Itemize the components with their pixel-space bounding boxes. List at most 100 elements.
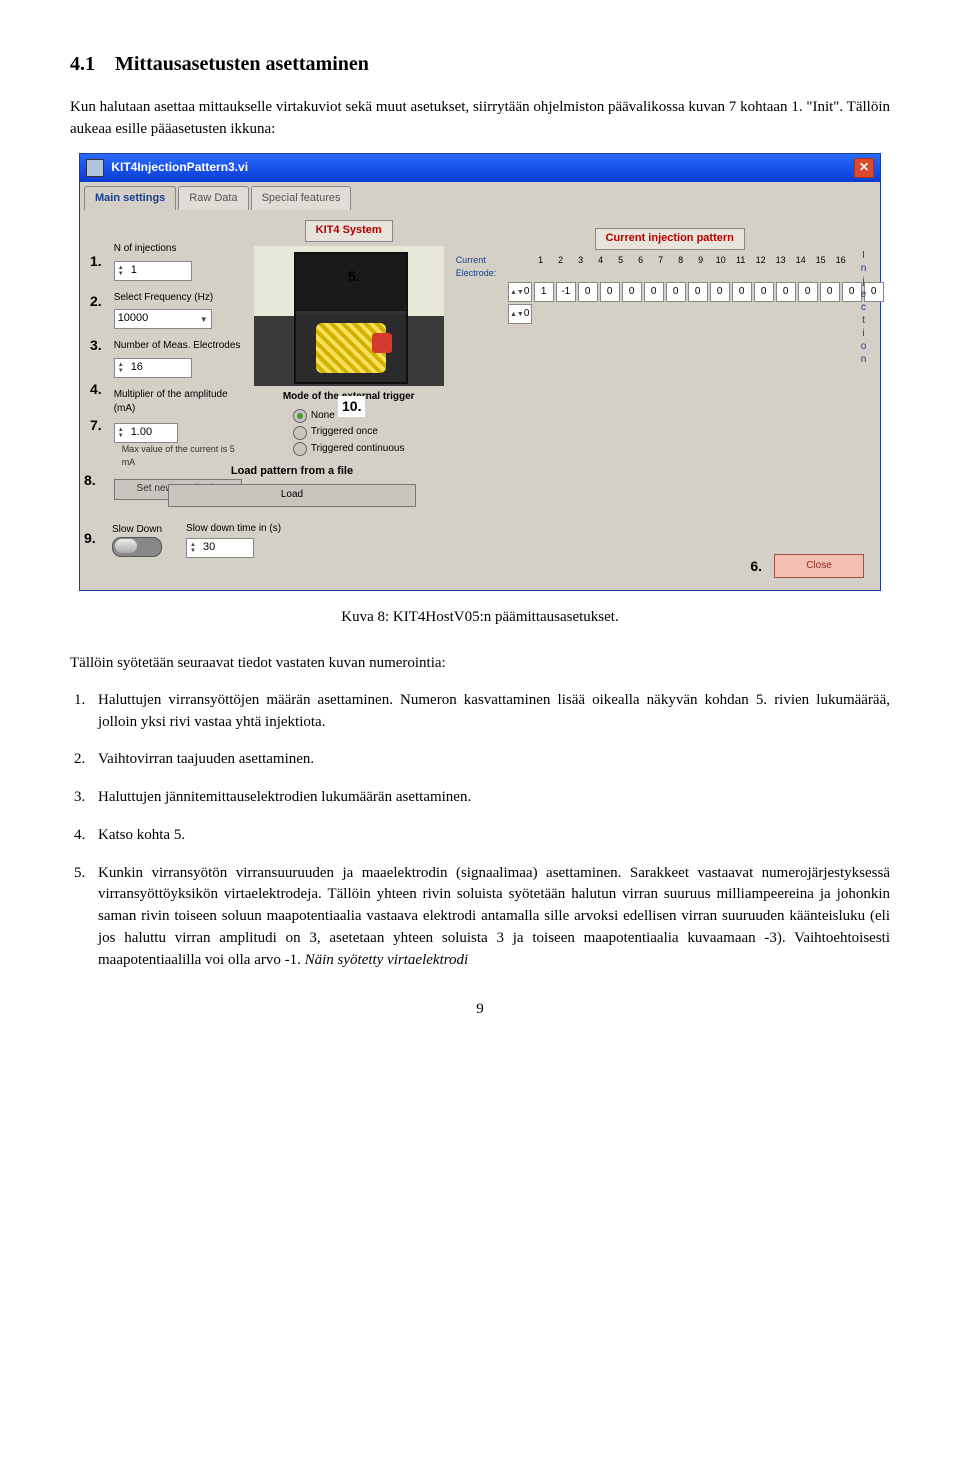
tab-main-settings[interactable]: Main settings <box>84 186 176 211</box>
cell-7[interactable]: 0 <box>666 282 686 302</box>
cell-8[interactable]: 0 <box>688 282 708 302</box>
window-title-bar: KIT4InjectionPattern3.vi ✕ <box>80 154 880 182</box>
cell-9[interactable]: 0 <box>710 282 730 302</box>
n-electrodes-label: Number of Meas. Electrodes <box>114 339 242 354</box>
row1-spin[interactable]: ▲▼0 <box>508 282 532 302</box>
n-injections-label: N of injections <box>114 242 242 257</box>
trigger-once-label: Triggered once <box>311 425 378 440</box>
intro-paragraph: Kun halutaan asettaa mittaukselle virtak… <box>70 97 890 141</box>
callout-6: 6. <box>750 556 762 576</box>
multiplier-label: Multiplier of the amplitude (mA) <box>114 388 242 417</box>
hdr-4: 4 <box>592 254 610 280</box>
close-button[interactable]: Close <box>774 554 864 579</box>
list-item-5-main: Kunkin virransyötön virransuuruuden ja m… <box>98 865 890 968</box>
callout-4: 4. <box>90 376 102 402</box>
multiplier-input[interactable]: ▲▼ 1.00 <box>114 423 178 443</box>
row2-spin[interactable]: ▲▼0 <box>508 304 532 324</box>
cell-5[interactable]: 0 <box>622 282 642 302</box>
n-electrodes-input[interactable]: ▲▼ 16 <box>114 358 192 378</box>
window-title: KIT4InjectionPattern3.vi <box>86 159 248 177</box>
cable-red <box>372 333 392 353</box>
pattern-row-2-spin: ▲▼0 <box>456 304 884 324</box>
hdr-12: 12 <box>752 254 770 280</box>
trigger-once-option[interactable]: Triggered once <box>293 425 405 440</box>
frequency-input[interactable]: 10000 ▼ <box>114 309 212 329</box>
slow-time-block: Slow down time in (s) ▲▼ 30 <box>186 522 281 558</box>
hdr-2: 2 <box>552 254 570 280</box>
list-item-4: Katso kohta 5. <box>70 825 890 847</box>
electrode-header-row: Current Electrode: 1 2 3 4 5 6 7 8 9 10 … <box>456 254 884 280</box>
hdr-5: 5 <box>612 254 630 280</box>
spinner-icon[interactable]: ▲▼ <box>118 424 128 442</box>
figure-screenshot: KIT4InjectionPattern3.vi ✕ Main settings… <box>70 153 890 592</box>
cell-6[interactable]: 0 <box>644 282 664 302</box>
hdr-11: 11 <box>732 254 750 280</box>
callout-7: 7. <box>90 412 102 438</box>
slow-down-block: Slow Down <box>112 523 162 558</box>
injection-vertical-label: Injection <box>856 250 871 367</box>
frequency-value: 10000 <box>118 311 149 327</box>
slow-down-label: Slow Down <box>112 523 162 538</box>
cell-11[interactable]: 0 <box>754 282 774 302</box>
hdr-6: 6 <box>632 254 650 280</box>
load-section: Load pattern from a file Load <box>112 464 472 506</box>
pattern-row-1: ▲▼0 1 -1 0 0 0 0 0 0 0 0 0 0 0 0 0 <box>456 282 884 302</box>
hdr-9: 9 <box>692 254 710 280</box>
load-button[interactable]: Load <box>168 484 416 507</box>
multiplier-row: ▲▼ 1.00 Max value of the current is 5 mA <box>114 421 242 469</box>
tab-special-features[interactable]: Special features <box>251 186 352 211</box>
trigger-none-label: None <box>311 409 335 424</box>
radio-icon <box>293 426 307 440</box>
hdr-15: 15 <box>812 254 830 280</box>
slow-down-section: Slow Down Slow down time in (s) ▲▼ 30 <box>112 522 281 558</box>
radio-icon <box>293 442 307 456</box>
hdr-8: 8 <box>672 254 690 280</box>
cell-12[interactable]: 0 <box>776 282 796 302</box>
list-item-5: Kunkin virransyötön virransuuruuden ja m… <box>70 863 890 972</box>
cell-2[interactable]: -1 <box>556 282 576 302</box>
hdr-3: 3 <box>572 254 590 280</box>
callout-8: 8. <box>84 470 96 490</box>
section-heading: 4.1 Mittausasetusten asettaminen <box>70 50 890 79</box>
list-item-1: Haluttujen virransyöttöjen määrän asetta… <box>70 690 890 734</box>
list-item-3: Haluttujen jännitemittauselektrodien luk… <box>70 787 890 809</box>
cell-13[interactable]: 0 <box>798 282 818 302</box>
numbered-list: Haluttujen virransyöttöjen määrän asetta… <box>70 690 890 972</box>
dropdown-icon[interactable]: ▼ <box>200 314 208 326</box>
section-title: Mittausasetusten asettaminen <box>115 53 369 75</box>
slow-time-value: 30 <box>203 540 215 556</box>
callout-10: 10. <box>338 396 365 416</box>
radio-icon <box>293 409 307 423</box>
n-injections-input[interactable]: ▲▼ 1 <box>114 261 192 281</box>
spinner-icon[interactable]: ▲▼ <box>118 262 128 280</box>
spinner-icon[interactable]: ▲▼ <box>118 359 128 377</box>
hdr-13: 13 <box>772 254 790 280</box>
cell-10[interactable]: 0 <box>732 282 752 302</box>
cell-3[interactable]: 0 <box>578 282 598 302</box>
app-icon <box>86 159 104 177</box>
slow-down-toggle[interactable] <box>112 537 162 557</box>
row1-spin-val: 0 <box>524 286 530 297</box>
trigger-cont-option[interactable]: Triggered continuous <box>293 442 405 457</box>
after-figure-paragraph: Tällöin syötetään seuraavat tiedot vasta… <box>70 653 890 675</box>
cell-1[interactable]: 1 <box>534 282 554 302</box>
left-callout-column: 1. 2. 3. 4. 7. <box>90 220 102 580</box>
list-item-5-italic: Näin syötetty virtaelektrodi <box>305 952 469 968</box>
page-number: 9 <box>70 999 890 1021</box>
load-pattern-label: Load pattern from a file <box>112 464 472 480</box>
hdr-1: 1 <box>532 254 550 280</box>
frequency-label: Select Frequency (Hz) <box>114 291 242 306</box>
app-window: KIT4InjectionPattern3.vi ✕ Main settings… <box>79 153 881 592</box>
slow-time-label: Slow down time in (s) <box>186 522 281 537</box>
current-electrode-label: Current Electrode: <box>456 254 528 280</box>
tab-raw-data[interactable]: Raw Data <box>178 186 248 211</box>
cell-4[interactable]: 0 <box>600 282 620 302</box>
cell-14[interactable]: 0 <box>820 282 840 302</box>
window-close-button[interactable]: ✕ <box>854 158 874 178</box>
cable-bunch <box>316 323 386 373</box>
list-item-2: Vaihtovirran taajuuden asettaminen. <box>70 749 890 771</box>
close-section: 6. Close <box>750 554 864 579</box>
slow-time-input[interactable]: ▲▼ 30 <box>186 538 254 558</box>
n-electrodes-value: 16 <box>131 360 143 376</box>
spinner-icon[interactable]: ▲▼ <box>190 539 200 557</box>
